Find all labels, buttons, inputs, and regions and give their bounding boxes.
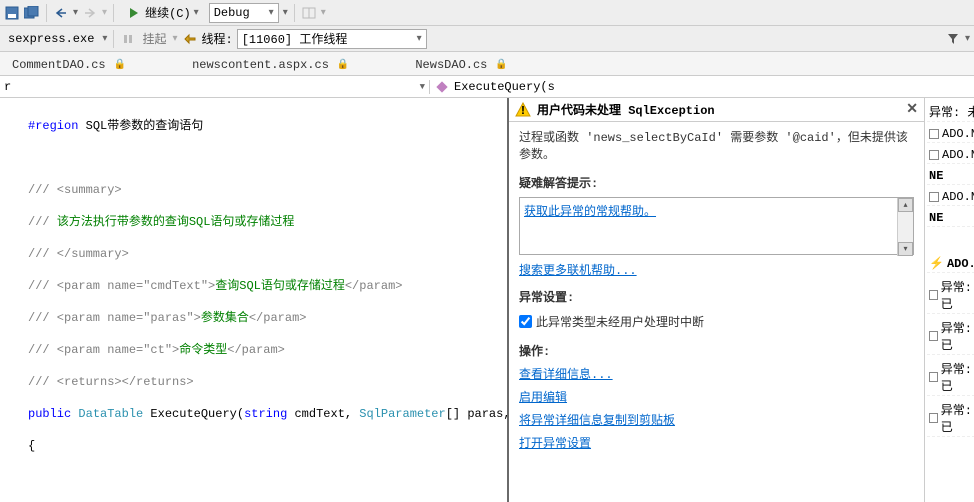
redo-dropdown[interactable]: ▾ bbox=[102, 7, 107, 19]
hint-label: 疑难解答提示: bbox=[519, 174, 914, 191]
plus-icon bbox=[929, 129, 939, 139]
bolt-icon: ⚡ bbox=[929, 256, 944, 271]
config-dropdown[interactable]: ▾ bbox=[283, 7, 288, 19]
list-item[interactable]: ADO.N bbox=[927, 126, 974, 143]
view-details-link[interactable]: 查看详细信息... bbox=[519, 368, 613, 382]
exception-message: 过程或函数 'news_selectByCaId' 需要参数 '@caid'，但… bbox=[519, 130, 914, 164]
code-editor[interactable]: #region SQL带参数的查询语句 /// <summary> /// 该方… bbox=[0, 98, 507, 502]
suspend-label: 挂起 bbox=[140, 30, 168, 47]
list-item[interactable]: 异常: 已 bbox=[927, 277, 974, 314]
break-checkbox[interactable]: 此异常类型未经用户处理时中断 bbox=[519, 311, 914, 332]
popup-title: 用户代码未处理 SqlException bbox=[537, 101, 715, 118]
list-item[interactable]: ADO.N bbox=[927, 189, 974, 206]
hint-box: 获取此异常的常规帮助。 ▴ ▾ bbox=[519, 197, 914, 255]
thread-icon bbox=[182, 31, 198, 47]
layout-icon[interactable] bbox=[301, 5, 317, 21]
plus-icon bbox=[929, 192, 939, 202]
pin-icon: 🔒 bbox=[495, 59, 507, 71]
plus-icon bbox=[929, 372, 938, 382]
method-crumb[interactable]: ExecuteQuery(s bbox=[454, 80, 555, 94]
config-combo[interactable]: Debug ▾ bbox=[209, 3, 279, 23]
save-all-icon[interactable] bbox=[24, 5, 40, 21]
redo-icon[interactable] bbox=[82, 5, 98, 21]
class-dropdown[interactable]: ▼ bbox=[420, 82, 425, 92]
list-item[interactable]: NE bbox=[927, 168, 974, 185]
plus-icon bbox=[929, 290, 938, 300]
warning-icon: ! bbox=[515, 102, 531, 118]
undo-dropdown[interactable]: ▾ bbox=[73, 7, 78, 19]
continue-button[interactable]: 继续(C) ▾ bbox=[120, 2, 205, 23]
list-item[interactable]: 异常: 已 bbox=[927, 400, 974, 437]
process-display: sexpress.exe bbox=[4, 32, 98, 46]
tab-newsdao[interactable]: NewsDAO.cs🔒 bbox=[407, 55, 515, 75]
break-checkbox-input[interactable] bbox=[519, 315, 532, 328]
enable-edit-link[interactable]: 启用编辑 bbox=[519, 391, 567, 405]
undo-icon[interactable] bbox=[53, 5, 69, 21]
method-icon bbox=[434, 79, 450, 95]
debug-toolbar: sexpress.exe ▾ 挂起 ▾ 线程: [11060] 工作线程 ▾ ▾ bbox=[0, 26, 974, 52]
exception-popup: ! 用户代码未处理 SqlException ✕ 过程或函数 'news_sel… bbox=[507, 98, 924, 502]
list-item[interactable]: 异常: 未 bbox=[927, 102, 974, 122]
scroll-down-icon[interactable]: ▾ bbox=[898, 242, 913, 256]
copy-details-link[interactable]: 将异常详细信息复制到剪贴板 bbox=[519, 414, 675, 428]
plus-icon bbox=[929, 413, 938, 423]
thread-combo[interactable]: [11060] 工作线程 ▾ bbox=[237, 29, 427, 49]
document-tabs: CommentDAO.cs🔒 newscontent.aspx.cs🔒 News… bbox=[0, 52, 974, 76]
navigation-bar: r ▼ ExecuteQuery(s bbox=[0, 76, 974, 98]
list-item[interactable]: ⚡ADO.N bbox=[927, 255, 974, 273]
actions-label: 操作: bbox=[519, 342, 914, 359]
diagnostic-panel: 异常: 未 ADO.N ADO.N NE ADO.N NE ⚡ADO.N 异常:… bbox=[924, 98, 974, 502]
settings-label: 异常设置: bbox=[519, 288, 914, 305]
plus-icon bbox=[929, 331, 938, 341]
scrollbar[interactable]: ▴ ▾ bbox=[897, 198, 913, 256]
open-settings-link[interactable]: 打开异常设置 bbox=[519, 437, 591, 451]
svg-text:!: ! bbox=[519, 104, 526, 118]
list-item[interactable]: 异常: 已 bbox=[927, 318, 974, 355]
list-item[interactable]: 异常: 已 bbox=[927, 359, 974, 396]
tab-newscontent[interactable]: newscontent.aspx.cs🔒 bbox=[184, 55, 357, 75]
search-online-link[interactable]: 搜索更多联机帮助... bbox=[519, 264, 637, 278]
tab-commentdao[interactable]: CommentDAO.cs🔒 bbox=[4, 55, 134, 75]
play-icon bbox=[126, 5, 142, 21]
continue-label: 继续(C) bbox=[145, 4, 191, 21]
list-item[interactable]: NE bbox=[927, 210, 974, 227]
class-crumb[interactable]: r bbox=[4, 80, 11, 94]
process-dropdown[interactable]: ▾ bbox=[102, 33, 107, 45]
filter-icon[interactable] bbox=[945, 31, 961, 47]
pin-icon: 🔒 bbox=[114, 59, 126, 71]
pin-icon: 🔒 bbox=[337, 59, 349, 71]
pause-icon[interactable] bbox=[120, 31, 136, 47]
main-toolbar: ▾ ▾ 继续(C) ▾ Debug ▾ ▾ ▾ bbox=[0, 0, 974, 26]
hint-link[interactable]: 获取此异常的常规帮助。 bbox=[524, 205, 656, 219]
list-item[interactable]: ADO.N bbox=[927, 147, 974, 164]
plus-icon bbox=[929, 150, 939, 160]
thread-label: 线程: bbox=[202, 30, 233, 47]
save-icon[interactable] bbox=[4, 5, 20, 21]
close-icon[interactable]: ✕ bbox=[906, 101, 918, 118]
popup-titlebar: ! 用户代码未处理 SqlException ✕ bbox=[509, 98, 924, 122]
scroll-up-icon[interactable]: ▴ bbox=[898, 198, 913, 212]
